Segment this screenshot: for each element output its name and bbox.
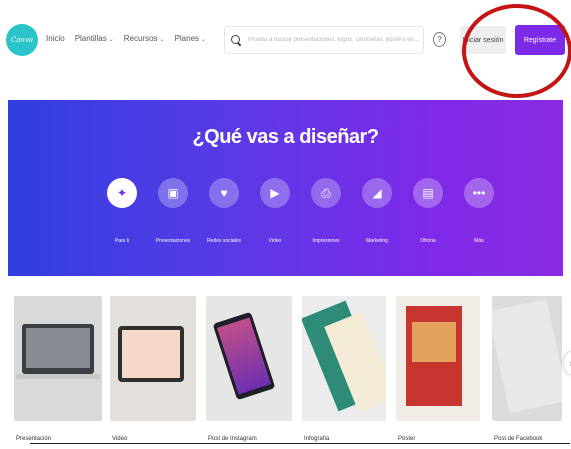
divider (30, 443, 570, 444)
category-label: Oficina (420, 238, 436, 244)
nav-item-plantillas[interactable]: Plantillas ⌄ (75, 34, 114, 43)
template-card-infografia[interactable]: Infografía (302, 296, 386, 442)
laptop-screen (26, 328, 90, 368)
template-card-poster[interactable]: Póster (396, 296, 480, 442)
category-label: Para ti (114, 238, 130, 244)
template-thumbnail (110, 296, 196, 421)
hero-title: ¿Qué vas a diseñar? (192, 126, 379, 148)
template-label: Infografía (304, 436, 330, 442)
template-label: Post de Instagram (208, 436, 257, 442)
template-card-post-facebook[interactable]: Post de Facebook (492, 296, 562, 442)
more-icon: ••• (464, 178, 494, 208)
printer-icon: ⎙ (311, 178, 341, 208)
template-thumbnail (396, 296, 480, 421)
template-thumbnail (302, 296, 386, 421)
search-placeholder: Prueba a buscar presentaciones, logos, c… (248, 37, 419, 43)
heart-chat-icon: ♥ (209, 178, 239, 208)
category-para-ti[interactable]: ✦ Para ti (100, 178, 144, 244)
category-label: Redes sociales (207, 238, 241, 244)
chevron-right-icon[interactable]: › (564, 352, 571, 374)
nav-item-inicio[interactable]: Inicio (46, 34, 65, 43)
category-label: Más (474, 238, 484, 244)
presentation-icon: ▣ (158, 178, 188, 208)
tablet-illustration (118, 326, 184, 382)
template-label: Póster (398, 436, 416, 442)
phone-illustration (212, 311, 276, 401)
category-video[interactable]: ▶ Video (253, 178, 297, 244)
signup-button[interactable]: Regístrate (515, 25, 565, 55)
search-input[interactable]: Prueba a buscar presentaciones, logos, c… (224, 26, 424, 54)
laptop-base (16, 374, 100, 379)
nav-label: Plantillas (74, 34, 107, 43)
template-card-post-instagram[interactable]: Post de Instagram (206, 296, 292, 442)
chevron-down-icon: ⌄ (108, 37, 114, 43)
chevron-down-icon: ⌄ (159, 37, 165, 43)
category-oficina[interactable]: ▤ Oficina (406, 178, 450, 244)
play-icon: ▶ (260, 178, 290, 208)
login-button[interactable]: Iniciar sesión (460, 26, 506, 54)
template-thumbnail (492, 296, 562, 421)
category-bar: ✦ Para ti ▣ Presentaciones ♥ Redes socia… (100, 178, 508, 244)
nav-label: Recursos (123, 34, 158, 43)
category-label: Video (268, 238, 282, 244)
template-carousel: Presentación Video Post de Instagram Inf… (14, 296, 571, 442)
nav-label: Inicio (46, 34, 65, 43)
poster-illustration (406, 306, 462, 406)
briefcase-icon: ▤ (413, 178, 443, 208)
nav-label: Planes (174, 34, 200, 43)
post-illustration (492, 298, 562, 414)
template-label: Presentación (16, 436, 52, 442)
canva-logo[interactable]: Canva (6, 24, 38, 56)
megaphone-icon: ◢ (362, 178, 392, 208)
template-thumbnail (206, 296, 292, 421)
template-label: Video (112, 436, 128, 442)
poster-photo (412, 322, 456, 362)
laptop-illustration (22, 324, 94, 374)
category-redes-sociales[interactable]: ♥ Redes sociales (202, 178, 246, 244)
search-icon (231, 34, 242, 46)
category-mas[interactable]: ••• Más (457, 178, 501, 244)
phone-screen (217, 317, 271, 395)
category-label: Impresiones (312, 238, 340, 244)
sparkle-icon: ✦ (107, 178, 137, 208)
tablet-screen (122, 330, 180, 378)
nav-item-recursos[interactable]: Recursos ⌄ (124, 34, 165, 43)
template-thumbnail (14, 296, 102, 421)
chevron-down-icon: ⌄ (201, 37, 207, 43)
category-label: Presentaciones (155, 238, 191, 244)
template-card-video[interactable]: Video (110, 296, 196, 442)
template-card-presentacion[interactable]: Presentación (14, 296, 102, 442)
nav-item-planes[interactable]: Planes ⌄ (175, 34, 207, 43)
category-marketing[interactable]: ◢ Marketing (355, 178, 399, 244)
help-icon[interactable]: ? (433, 32, 446, 47)
top-nav-bar: Canva Inicio Plantillas ⌄ Recursos ⌄ Plane… (0, 0, 571, 88)
main-nav: Inicio Plantillas ⌄ Recursos ⌄ Planes ⌄ (46, 34, 206, 43)
template-label: Post de Facebook (494, 436, 543, 442)
category-label: Marketing (366, 238, 388, 244)
category-impresiones[interactable]: ⎙ Impresiones (304, 178, 348, 244)
category-presentaciones[interactable]: ▣ Presentaciones (151, 178, 195, 244)
